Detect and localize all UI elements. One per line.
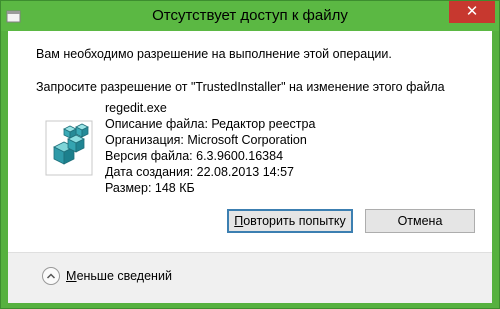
registry-editor-icon: [45, 120, 93, 176]
fewer-details-link[interactable]: Меньше сведений: [66, 269, 172, 283]
fewer-details-label: еньше сведений: [76, 269, 172, 283]
file-organization: Организация: Microsoft Corporation: [105, 133, 307, 147]
file-created: Дата создания: 22.08.2013 14:57: [105, 165, 294, 179]
dialog-title: Отсутствует доступ к файлу: [152, 7, 348, 24]
permission-message: Вам необходимо разрешение на выполнение …: [36, 47, 392, 61]
retry-button[interactable]: Повторить попытку: [227, 209, 353, 233]
retry-button-accesskey: П: [234, 214, 244, 228]
dialog-footer: Меньше сведений: [8, 252, 492, 303]
close-icon: ✕: [465, 3, 479, 20]
chevron-up-icon: [46, 273, 56, 279]
fewer-details-toggle[interactable]: [42, 267, 60, 285]
cancel-button[interactable]: Отмена: [365, 209, 475, 233]
fewer-details-accesskey: М: [66, 269, 77, 283]
request-permission-message: Запросите разрешение от "TrustedInstalle…: [36, 80, 445, 94]
title-bar[interactable]: Отсутствует доступ к файлу ✕: [1, 1, 499, 31]
file-version: Версия файла: 6.3.9600.16384: [105, 149, 284, 163]
file-size: Размер: 148 КБ: [105, 181, 195, 195]
file-name: regedit.exe: [105, 101, 167, 115]
close-button[interactable]: ✕: [449, 1, 495, 23]
retry-button-label: овторить попытку: [243, 214, 346, 228]
dialog-content: Вам необходимо разрешение на выполнение …: [8, 31, 492, 252]
dialog-window: Отсутствует доступ к файлу ✕ Вам необход…: [0, 0, 500, 309]
file-description: Описание файла: Редактор реестра: [105, 117, 316, 131]
